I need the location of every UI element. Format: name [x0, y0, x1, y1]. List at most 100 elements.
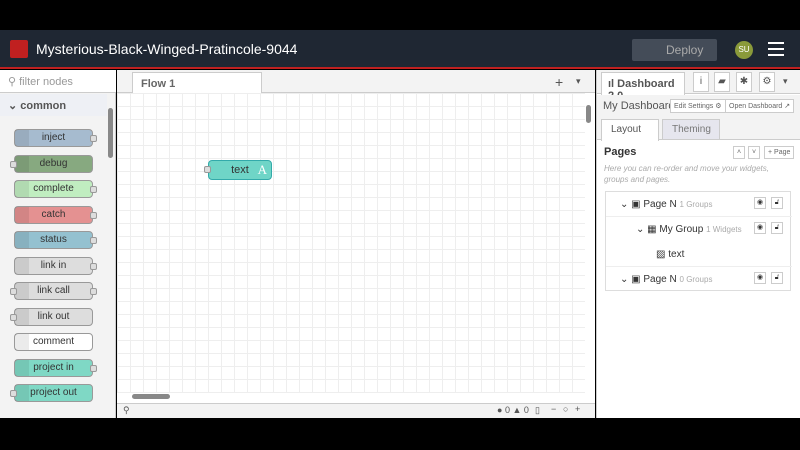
move-up-button[interactable]: ˄	[733, 146, 746, 159]
tab-theming[interactable]: Theming	[662, 119, 720, 140]
input-port	[10, 313, 17, 321]
row-count: 1 Groups	[679, 200, 713, 209]
unlock-icon[interactable]: 🔓︎	[771, 197, 783, 209]
tab-flow-1[interactable]: Flow 1	[132, 72, 262, 94]
category-common[interactable]: ⌄ common	[0, 94, 107, 116]
palette-node-comment[interactable]: comment	[14, 333, 93, 351]
flow-canvas[interactable]: text A	[117, 93, 585, 393]
palette-node-link-in[interactable]: link in	[14, 256, 97, 275]
chevron-down-icon[interactable]: ▾	[783, 76, 788, 87]
row-count: 0 Groups	[679, 275, 713, 284]
unlock-icon[interactable]: 🔓︎	[771, 272, 783, 284]
node-icon	[15, 334, 29, 350]
add-page-button[interactable]: + Page	[764, 146, 795, 159]
node-red-logo	[10, 40, 28, 58]
unlock-icon[interactable]: 🔓︎	[771, 222, 783, 234]
tree-row-page[interactable]: ⌄ ▣ Page N 1 Groups ◉ 🔓︎	[606, 192, 792, 217]
avatar[interactable]: SU	[735, 41, 753, 59]
tab-dashboard[interactable]: ıl Dashboard 2.0	[601, 72, 685, 102]
node-icon	[15, 155, 29, 172]
move-down-button[interactable]: ˅	[748, 146, 761, 159]
node-icon	[15, 130, 29, 146]
chart-icon: ıl	[608, 78, 618, 90]
gear-icon[interactable]: ⚙	[759, 72, 775, 92]
map-icon[interactable]: ▯	[535, 405, 540, 416]
palette-node-status[interactable]: status	[14, 231, 97, 249]
node-icon	[15, 359, 29, 376]
filter-nodes-input[interactable]: ⚲ filter nodes	[0, 70, 116, 93]
node-icon	[15, 206, 29, 223]
open-dashboard-button[interactable]: Open Dashboard ↗	[725, 99, 795, 113]
app-title: Mysterious-Black-Winged-Pratincole-9044	[36, 41, 298, 57]
row-count: 1 Widgets	[706, 225, 742, 234]
image-icon: ▨	[656, 249, 666, 260]
edit-settings-button[interactable]: Edit Settings ⚙	[670, 99, 726, 113]
zoom-out-icon[interactable]: −	[551, 404, 556, 414]
search-icon[interactable]: ⚲	[123, 405, 130, 416]
node-label: inject	[41, 132, 66, 143]
output-port	[90, 135, 97, 142]
filter-placeholder: filter nodes	[19, 76, 73, 88]
input-port[interactable]	[204, 166, 211, 173]
category-label: common	[20, 100, 67, 112]
palette-node-project-out[interactable]: project out	[10, 384, 93, 402]
horizontal-scrollbar[interactable]	[132, 394, 170, 399]
text-icon: A	[257, 162, 267, 177]
palette-node-complete[interactable]: complete	[14, 180, 97, 198]
text-node[interactable]: text A	[204, 160, 272, 180]
row-label: text	[668, 249, 685, 260]
info-icon[interactable]: i	[693, 72, 709, 92]
eye-icon[interactable]: ◉	[754, 197, 766, 209]
node-icon	[15, 308, 29, 325]
zoom-in-icon[interactable]: +	[575, 404, 580, 414]
node-icon	[15, 257, 29, 274]
workspace: Flow 1 + ▾ text A ⚲ ● 0 ▲ 0 ▯ − ○ +	[117, 70, 595, 418]
row-label: My Group	[659, 224, 704, 235]
flow-list-icon[interactable]: ▾	[576, 76, 581, 87]
node-label: project out	[30, 387, 77, 398]
eye-icon[interactable]: ◉	[754, 222, 766, 234]
errors-value: 0	[504, 405, 510, 415]
node-label: link out	[37, 310, 70, 322]
palette-node-link-call[interactable]: link call	[10, 282, 97, 300]
menu-icon[interactable]	[768, 42, 784, 56]
vertical-scrollbar[interactable]	[586, 105, 591, 123]
output-port	[90, 186, 97, 193]
node-label: catch	[41, 208, 66, 220]
error-count[interactable]: ● 0 ▲ 0	[497, 405, 529, 415]
open-dashboard-label: Open Dashboard	[729, 103, 783, 110]
node-label: complete	[33, 183, 74, 194]
node-label: debug	[39, 157, 68, 169]
input-port	[10, 160, 17, 168]
eye-icon[interactable]: ◉	[754, 272, 766, 284]
node-icon	[15, 181, 29, 197]
flow-tabs: Flow 1 + ▾	[117, 70, 595, 94]
tree-row-widget[interactable]: ▨ text	[606, 242, 792, 267]
zoom-reset-icon[interactable]: ○	[563, 404, 568, 414]
palette-node-inject[interactable]: inject	[14, 129, 97, 147]
deploy-button[interactable]: Deploy	[632, 39, 717, 61]
node-label: status	[40, 234, 67, 245]
palette-node-link-out[interactable]: link out	[10, 307, 93, 326]
node-label: project in	[33, 361, 74, 373]
input-port	[10, 390, 17, 397]
node-label: text	[231, 164, 249, 176]
palette: ⚲ filter nodes ⌄ common inject debug compl…	[0, 70, 116, 418]
node-label: comment	[32, 336, 75, 347]
warnings-value: 0	[523, 405, 529, 415]
book-icon[interactable]: ▰	[714, 72, 730, 92]
palette-node-debug[interactable]: debug	[10, 154, 93, 173]
palette-node-catch[interactable]: catch	[14, 205, 97, 224]
workspace-footer: ⚲ ● 0 ▲ 0 ▯ − ○ +	[117, 403, 595, 418]
tab-layout[interactable]: Layout	[601, 119, 659, 141]
node-icon	[15, 283, 29, 299]
tree-row-page[interactable]: ⌄ ▣ Page N 0 Groups ◉ 🔓︎	[606, 267, 792, 292]
palette-node-project-in[interactable]: project in	[14, 358, 97, 377]
add-flow-icon[interactable]: +	[555, 74, 563, 90]
pages-title: Pages	[604, 146, 637, 158]
input-port	[10, 288, 17, 295]
tree-row-group[interactable]: ⌄ ▦ My Group 1 Widgets ◉ 🔓︎	[606, 217, 792, 242]
header: Mysterious-Black-Winged-Pratincole-9044 …	[0, 30, 800, 69]
bug-icon[interactable]: ✱	[736, 72, 752, 92]
palette-scrollbar[interactable]	[108, 108, 113, 158]
